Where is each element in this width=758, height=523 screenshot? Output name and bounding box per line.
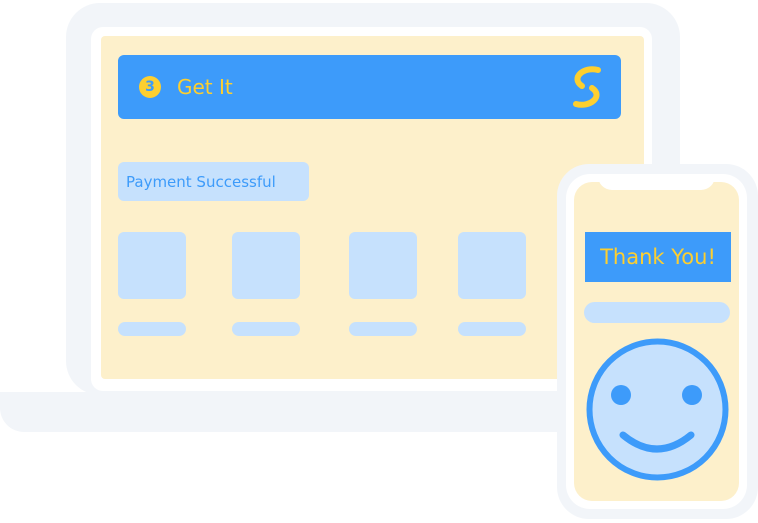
header-title: Get It — [177, 75, 233, 99]
thank-you-text: Thank You! — [600, 245, 716, 269]
thumbnail-caption-placeholder — [232, 322, 300, 336]
smiley-face-icon — [586, 338, 729, 481]
product-thumbnail[interactable] — [232, 232, 300, 299]
step-number-badge: 3 — [139, 76, 161, 98]
product-thumbnail[interactable] — [458, 232, 526, 299]
thumbnail-caption-placeholder — [349, 322, 417, 336]
thumbnail-caption-placeholder — [118, 322, 186, 336]
product-thumbnail[interactable] — [118, 232, 186, 299]
phone-notch — [598, 174, 715, 190]
thumbnail-caption-placeholder — [458, 322, 526, 336]
product-thumbnail[interactable] — [349, 232, 417, 299]
brand-logo-icon — [573, 66, 601, 108]
payment-status-text: Payment Successful — [126, 173, 276, 191]
text-line-placeholder — [584, 302, 730, 323]
